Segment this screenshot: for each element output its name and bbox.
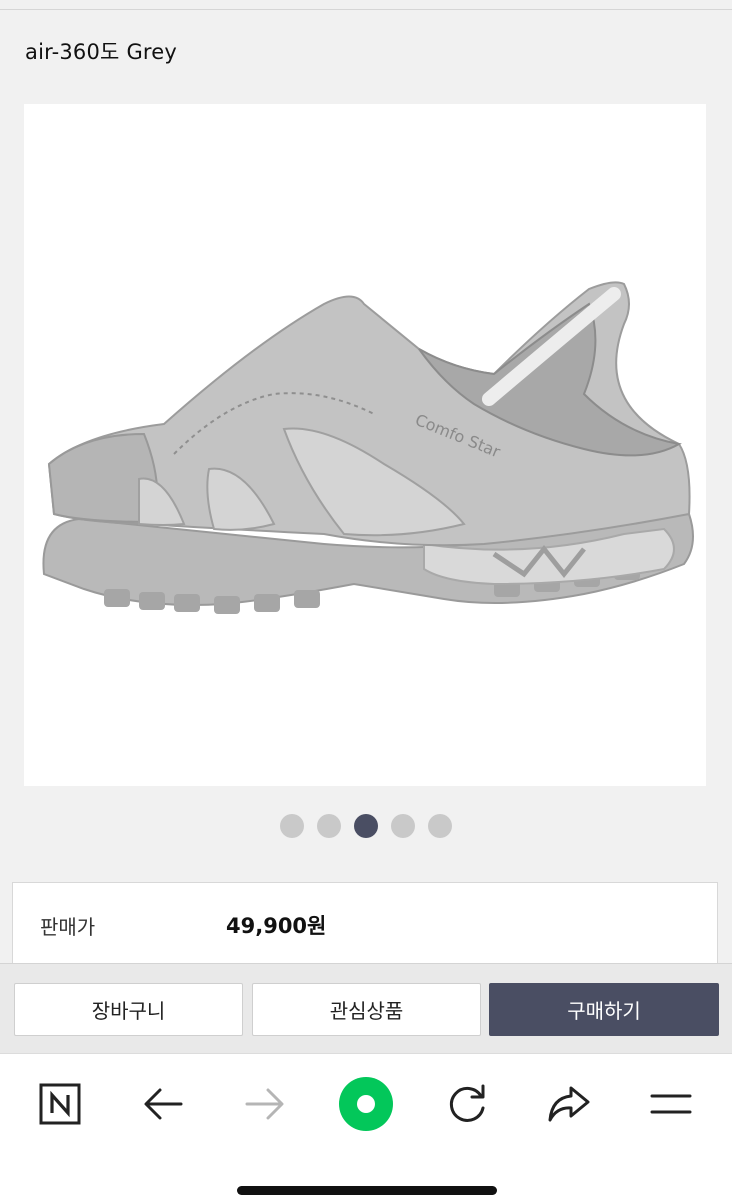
carousel-dot-4[interactable] [391,814,415,838]
top-border [0,0,732,10]
reload-icon[interactable] [439,1076,495,1132]
carousel-indicators [0,814,732,838]
carousel-dot-2[interactable] [317,814,341,838]
price-info-card: 판매가 49,900원 [12,882,718,972]
back-arrow-icon[interactable] [135,1076,191,1132]
forward-arrow-icon[interactable] [237,1076,293,1132]
naver-green-dot-icon[interactable] [338,1076,394,1132]
purchase-action-bar: 장바구니 관심상품 구매하기 [0,963,732,1053]
wishlist-button[interactable]: 관심상품 [252,983,481,1036]
product-image[interactable]: Comfo Star [24,104,706,786]
price-label: 판매가 [40,915,96,939]
carousel-dot-3-active[interactable] [354,814,378,838]
share-icon[interactable] [541,1076,597,1132]
home-indicator[interactable] [237,1186,497,1195]
browser-nav-bar [0,1053,732,1200]
price-value: 49,900원 [226,914,327,938]
carousel-dot-5[interactable] [428,814,452,838]
shoe-illustration: Comfo Star [42,281,694,614]
naver-n-icon[interactable] [32,1076,88,1132]
menu-icon[interactable] [643,1076,699,1132]
carousel-dot-1[interactable] [280,814,304,838]
buy-now-button[interactable]: 구매하기 [489,983,719,1036]
add-to-cart-button[interactable]: 장바구니 [14,983,243,1036]
product-title: air-360도 Grey [25,40,178,64]
